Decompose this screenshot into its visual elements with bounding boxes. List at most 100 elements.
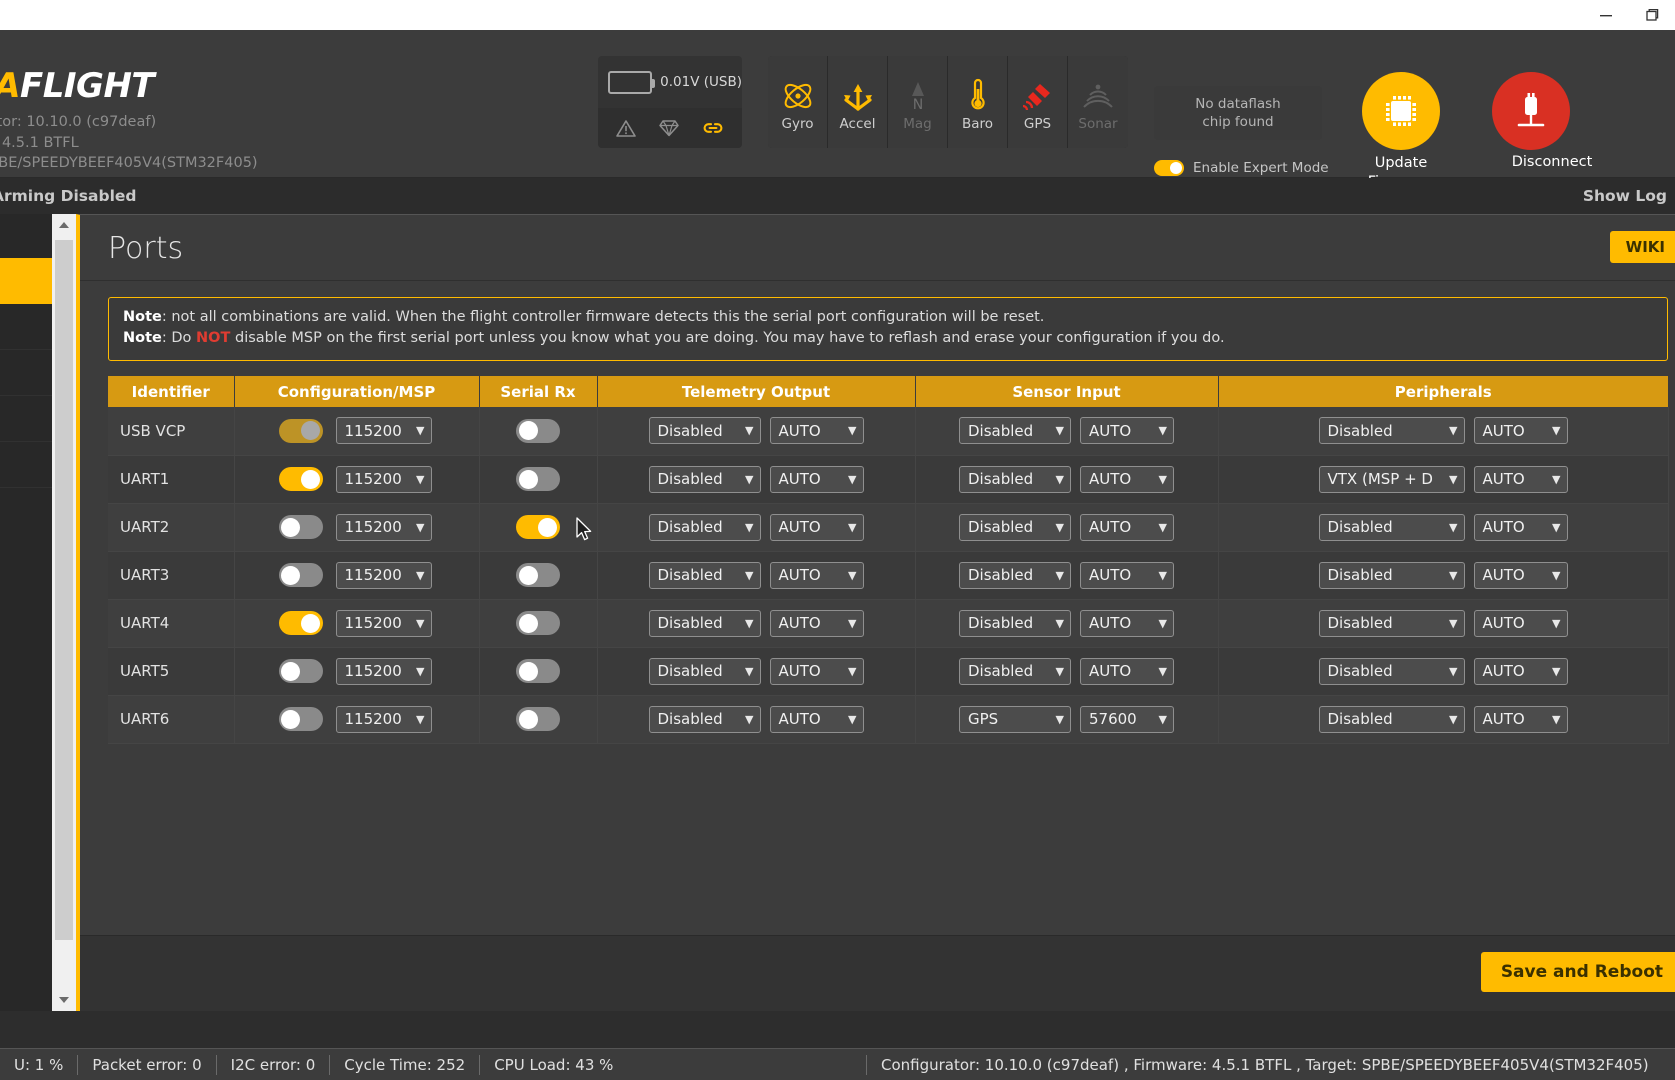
peripheral-baud-select[interactable]: AUTO ▼ [1473, 465, 1568, 493]
warning-icon[interactable] [615, 119, 636, 138]
serialrx-toggle[interactable] [516, 467, 560, 491]
sensor-select[interactable]: GPS ▼ [959, 705, 1071, 733]
sensor-select[interactable]: Disabled ▼ [959, 513, 1071, 541]
peripheral-select[interactable]: Disabled ▼ [1318, 513, 1465, 541]
telemetry-select[interactable]: Disabled ▼ [648, 513, 761, 541]
chevron-down-icon: ▼ [1055, 664, 1064, 678]
msp-baud-select[interactable]: 115200 ▼ [335, 465, 432, 493]
msp-baud-select[interactable]: 115200 ▼ [335, 609, 432, 637]
update-firmware-button[interactable]: Update Firmware [1362, 72, 1440, 192]
msp-baud-select-value: 115200 [344, 566, 402, 584]
wiki-button[interactable]: WIKI [1609, 231, 1675, 263]
msp-toggle[interactable] [278, 611, 323, 635]
chevron-down-icon: ▼ [1449, 712, 1458, 726]
sidebar-item-row-4[interactable] [0, 396, 52, 442]
sensor-select[interactable]: Disabled ▼ [959, 609, 1071, 637]
sensor-baud-select[interactable]: 57600 ▼ [1080, 705, 1174, 733]
peripheral-baud-select[interactable]: AUTO ▼ [1473, 657, 1568, 685]
expert-mode-row[interactable]: Enable Expert Mode [1154, 160, 1329, 176]
sidebar-item-row-2[interactable] [0, 304, 52, 350]
sidebar-item-ports[interactable] [0, 258, 52, 304]
msp-toggle[interactable] [278, 515, 323, 539]
note-text-1: : not all combinations are valid. When t… [161, 309, 1045, 325]
sensor-select[interactable]: Disabled ▼ [959, 465, 1071, 493]
peripheral-baud-select[interactable]: AUTO ▼ [1473, 561, 1568, 589]
sensor-baud-select[interactable]: AUTO ▼ [1080, 417, 1174, 445]
sensor-baud-select[interactable]: AUTO ▼ [1080, 657, 1174, 685]
peripheral-select[interactable]: VTX (MSP + D ▼ [1318, 465, 1465, 493]
sensor-baud-select[interactable]: AUTO ▼ [1080, 561, 1174, 589]
chevron-down-icon: ▼ [745, 568, 754, 582]
chevron-down-icon: ▼ [1552, 424, 1561, 438]
telemetry-select[interactable]: Disabled ▼ [648, 705, 761, 733]
telemetry-baud-select[interactable]: AUTO ▼ [769, 465, 864, 493]
show-log-button[interactable]: Show Log [1583, 187, 1667, 205]
msp-baud-select[interactable]: 115200 ▼ [335, 417, 432, 445]
telemetry-baud-select[interactable]: AUTO ▼ [769, 657, 864, 685]
msp-baud-select[interactable]: 115200 ▼ [335, 657, 432, 685]
msp-baud-select[interactable]: 115200 ▼ [335, 513, 432, 541]
serialrx-toggle[interactable] [516, 611, 560, 635]
sensor-baud-select[interactable]: AUTO ▼ [1080, 513, 1174, 541]
telemetry-select[interactable]: Disabled ▼ [648, 561, 761, 589]
sensor-select[interactable]: Disabled ▼ [959, 561, 1071, 589]
page-scrollbar[interactable] [52, 214, 76, 1011]
serialrx-toggle[interactable] [516, 515, 560, 539]
msp-toggle[interactable] [278, 659, 323, 683]
serialrx-toggle[interactable] [516, 707, 560, 731]
disconnect-button[interactable]: Disconnect [1492, 72, 1612, 170]
msp-toggle[interactable] [278, 467, 323, 491]
telemetry-baud-select[interactable]: AUTO ▼ [769, 417, 864, 445]
peripheral-select[interactable]: Disabled ▼ [1318, 609, 1465, 637]
chevron-down-icon: ▼ [848, 712, 857, 726]
mag-icon: N [901, 72, 935, 112]
telemetry-select[interactable]: Disabled ▼ [648, 417, 761, 445]
telemetry-select[interactable]: Disabled ▼ [648, 465, 761, 493]
peripheral-select[interactable]: Disabled ▼ [1318, 705, 1465, 733]
peripheral-baud-select[interactable]: AUTO ▼ [1473, 417, 1568, 445]
msp-toggle[interactable] [278, 707, 323, 731]
svg-text:N: N [912, 97, 922, 112]
telemetry-select[interactable]: Disabled ▼ [648, 657, 761, 685]
scroll-up-icon[interactable] [52, 214, 76, 236]
msp-baud-select[interactable]: 115200 ▼ [335, 705, 432, 733]
peripheral-baud-select[interactable]: AUTO ▼ [1473, 705, 1568, 733]
maximize-icon[interactable] [1629, 0, 1675, 30]
peripheral-select[interactable]: Disabled ▼ [1318, 417, 1465, 445]
link-icon[interactable] [702, 119, 724, 137]
scrollbar-thumb[interactable] [55, 240, 73, 940]
save-and-reboot-button[interactable]: Save and Reboot [1480, 952, 1675, 992]
sidebar-item-row-3[interactable] [0, 350, 52, 396]
scroll-down-icon[interactable] [52, 989, 76, 1011]
telemetry-baud-select[interactable]: AUTO ▼ [769, 513, 864, 541]
sidebar-item-row-5[interactable] [0, 442, 52, 488]
telemetry-baud-select[interactable]: AUTO ▼ [769, 705, 864, 733]
msp-baud-select[interactable]: 115200 ▼ [335, 561, 432, 589]
telemetry-baud-select[interactable]: AUTO ▼ [769, 561, 864, 589]
peripheral-select[interactable]: Disabled ▼ [1318, 561, 1465, 589]
chevron-down-icon: ▼ [1158, 616, 1167, 630]
sensor-baud-select[interactable]: AUTO ▼ [1080, 609, 1174, 637]
brand-logo: BETAFLIGHT Configurator: 10.10.0 (c97dea… [0, 66, 258, 174]
peripheral-baud-select[interactable]: AUTO ▼ [1473, 609, 1568, 637]
msp-toggle[interactable] [278, 563, 323, 587]
sensor-select[interactable]: Disabled ▼ [959, 417, 1071, 445]
peripheral-baud-select-value: AUTO [1482, 470, 1525, 488]
sensor-select[interactable]: Disabled ▼ [959, 657, 1071, 685]
serialrx-toggle[interactable] [516, 563, 560, 587]
peripheral-select[interactable]: Disabled ▼ [1318, 657, 1465, 685]
diamond-icon[interactable] [659, 119, 679, 137]
telemetry-baud-select[interactable]: AUTO ▼ [769, 609, 864, 637]
expert-mode-toggle[interactable] [1154, 160, 1184, 176]
telemetry-select[interactable]: Disabled ▼ [648, 609, 761, 637]
minimize-icon[interactable] [1583, 0, 1629, 30]
serialrx-toggle[interactable] [516, 418, 560, 443]
chevron-down-icon: ▼ [1449, 568, 1458, 582]
msp-toggle[interactable] [278, 418, 323, 443]
battery-icon [608, 70, 656, 94]
status-version-info: Configurator: 10.10.0 (c97deaf) , Firmwa… [866, 1054, 1649, 1075]
peripheral-baud-select[interactable]: AUTO ▼ [1473, 513, 1568, 541]
chevron-down-icon: ▼ [848, 520, 857, 534]
serialrx-toggle[interactable] [516, 659, 560, 683]
sensor-baud-select[interactable]: AUTO ▼ [1080, 465, 1174, 493]
